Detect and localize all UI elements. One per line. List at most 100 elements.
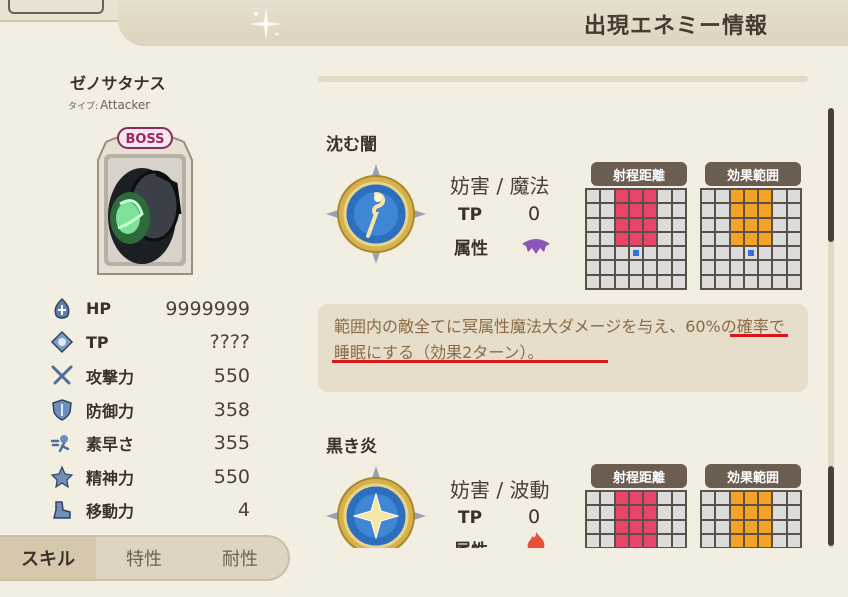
stat-value: 355 xyxy=(213,432,250,455)
grid-cell xyxy=(759,520,772,533)
stat-label: 防御力 xyxy=(86,401,135,421)
grid-cell xyxy=(658,506,671,519)
character-type-value: Attacker xyxy=(100,98,151,112)
grid-cell xyxy=(744,520,758,533)
speed-icon xyxy=(48,430,76,456)
grid-cell xyxy=(787,520,800,533)
stat-row-move: 移動力 4 xyxy=(48,494,258,528)
grid-cell xyxy=(615,520,628,533)
grid-cell xyxy=(702,506,715,519)
grid-cell xyxy=(744,534,758,548)
scrollbar-thumb[interactable] xyxy=(828,108,834,242)
grid-cell xyxy=(658,492,671,505)
grid-cell xyxy=(787,534,800,548)
stat-value: 358 xyxy=(213,398,250,421)
grid-cell xyxy=(587,520,600,533)
stat-value: 550 xyxy=(213,364,250,387)
grid-cell xyxy=(759,506,772,519)
sparkle-icon xyxy=(250,8,282,40)
grid-cell xyxy=(587,492,600,505)
grid-cell xyxy=(658,534,671,548)
grid-cell xyxy=(629,492,643,505)
grid-cell xyxy=(601,534,614,548)
grid-cell xyxy=(716,520,729,533)
grid-cell xyxy=(716,506,729,519)
grid-cell xyxy=(702,520,715,533)
grid-cell xyxy=(773,492,786,505)
grid-cell xyxy=(759,534,772,548)
stat-label: TP xyxy=(86,332,109,352)
grid-cell xyxy=(787,492,800,505)
stat-value: ???? xyxy=(209,331,250,354)
grid-cell xyxy=(601,506,614,519)
grid-cell xyxy=(730,534,743,548)
grid-cell xyxy=(644,534,657,548)
grid-cell xyxy=(773,520,786,533)
grid-cell xyxy=(730,506,743,519)
range-tag: 射程距離 xyxy=(591,464,687,488)
stat-label: 移動力 xyxy=(86,502,135,522)
grid-cell xyxy=(716,534,729,548)
grid-cell xyxy=(672,534,685,548)
grid-cell xyxy=(644,506,657,519)
grid-cell xyxy=(615,506,628,519)
grid-cell xyxy=(629,534,643,548)
grid-cell xyxy=(587,534,600,548)
grid-cell xyxy=(716,492,729,505)
tp-icon xyxy=(48,329,76,355)
boss-badge: BOSS xyxy=(125,132,164,147)
grid-cell xyxy=(744,506,758,519)
boss-portrait: BOSS xyxy=(97,127,193,275)
grid-cell xyxy=(744,492,758,505)
area-grid xyxy=(700,490,802,548)
skill-category: 妨害 / 波動 xyxy=(450,478,550,502)
stats-list: HP 9999999 TP ???? 攻撃力 550 防御力 358 素早さ 3… xyxy=(48,292,258,527)
grid-cell xyxy=(702,534,715,548)
stat-value: 4 xyxy=(237,499,250,522)
back-tab[interactable] xyxy=(0,0,120,22)
grid-cell xyxy=(773,506,786,519)
tp-value: 0 xyxy=(528,506,541,528)
tp-label: TP xyxy=(458,508,483,528)
grid-cell xyxy=(658,520,671,533)
attack-icon xyxy=(48,363,76,389)
tab-resistance[interactable]: 耐性 xyxy=(192,537,288,579)
grid-cell xyxy=(615,492,628,505)
stat-value: 550 xyxy=(213,465,250,488)
stat-label: HP xyxy=(86,299,112,319)
move-icon xyxy=(48,497,76,523)
grid-cell xyxy=(601,520,614,533)
stat-row-speed: 素早さ 355 xyxy=(48,426,258,460)
star-skill-icon[interactable] xyxy=(324,464,428,548)
scrollbar-thumb[interactable] xyxy=(828,466,834,546)
tab-skill[interactable]: スキル xyxy=(0,537,96,579)
grid-cell xyxy=(644,492,657,505)
grid-cell xyxy=(672,506,685,519)
stat-label: 素早さ xyxy=(86,435,135,455)
grid-cell xyxy=(730,492,743,505)
bottom-tab-bar: スキル 特性 耐性 xyxy=(0,535,290,581)
back-tab-frame xyxy=(8,0,104,14)
stat-row-defense: 防御力 358 xyxy=(48,393,258,427)
grid-cell xyxy=(787,506,800,519)
grid-cell xyxy=(773,534,786,548)
character-name: ゼノサタナス xyxy=(70,74,166,93)
stat-row-attack: 攻撃力 550 xyxy=(48,359,258,393)
hp-icon xyxy=(48,296,76,322)
stat-value: 9999999 xyxy=(165,297,250,320)
stat-row-hp: HP 9999999 xyxy=(48,292,258,326)
tab-trait[interactable]: 特性 xyxy=(96,537,192,579)
header-bar: 出現エネミー情報 xyxy=(118,0,848,46)
defense-icon xyxy=(48,397,76,423)
grid-cell xyxy=(730,520,743,533)
character-type: タイプ: Attacker xyxy=(68,98,150,112)
fire-attribute-icon xyxy=(527,532,545,548)
stat-label: 攻撃力 xyxy=(86,367,135,387)
range-grid xyxy=(585,490,687,548)
grid-cell xyxy=(672,492,685,505)
spirit-icon xyxy=(48,464,76,490)
grid-cell xyxy=(587,506,600,519)
grid-cell xyxy=(629,520,643,533)
grid-cell xyxy=(644,520,657,533)
page-title: 出現エネミー情報 xyxy=(583,14,768,39)
